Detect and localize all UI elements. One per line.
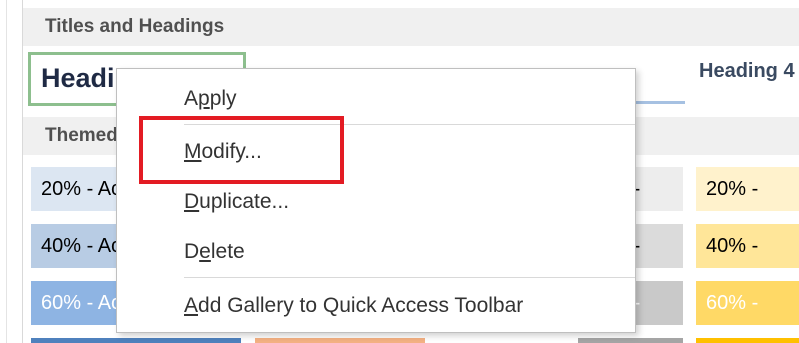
menu-item-add-to-qat-accesskey: A (184, 294, 199, 317)
menu-item-delete-label-pre: D (184, 240, 200, 263)
style-accent3-partial[interactable] (578, 338, 683, 343)
context-menu: Apply Modify... Duplicate... Delete Add … (116, 68, 636, 333)
section-header-titles: Titles and Headings (23, 8, 799, 46)
style-accent4-partial[interactable] (696, 338, 799, 343)
style-40-accent4[interactable]: 40% - Accent4 (696, 224, 799, 301)
menu-separator-2 (184, 277, 635, 278)
highlight-box (139, 116, 344, 184)
style-accent1-partial[interactable] (31, 338, 241, 343)
menu-item-duplicate-accesskey: D (184, 190, 200, 213)
section-header-titles-label: Titles and Headings (45, 16, 225, 37)
style-accent2-partial[interactable] (255, 338, 425, 343)
menu-item-duplicate-label-post: uplicate... (199, 190, 290, 213)
style-heading-4-label: Heading 4 (699, 60, 795, 82)
menu-item-apply[interactable]: Apply (184, 87, 237, 111)
menu-item-delete-label-post: lete (210, 240, 245, 263)
menu-item-delete[interactable]: Delete (184, 240, 245, 264)
menu-item-add-to-qat-label-post: dd Gallery to Quick Access Toolbar (198, 294, 524, 317)
menu-item-apply-label-post: ply (209, 87, 237, 110)
cell-styles-gallery-window: Titles and Headings Heading 1 Heading 4 … (0, 0, 799, 343)
menu-item-apply-accesskey: p (198, 87, 210, 110)
style-60-accent4[interactable]: 60% - Accent4 (696, 281, 799, 343)
menu-item-duplicate[interactable]: Duplicate... (184, 190, 289, 214)
menu-item-delete-accesskey: e (199, 240, 211, 263)
style-60-accent4-label: 60% - Accent4 (706, 292, 778, 343)
left-margin (0, 0, 23, 343)
style-heading-4[interactable]: Heading 4 (699, 60, 795, 83)
menu-item-add-to-quick-access-toolbar[interactable]: Add Gallery to Quick Access Toolbar (184, 294, 523, 318)
menu-item-apply-label-pre: A (184, 87, 199, 110)
style-20-accent4[interactable]: 20% - Accent4 (696, 167, 799, 244)
